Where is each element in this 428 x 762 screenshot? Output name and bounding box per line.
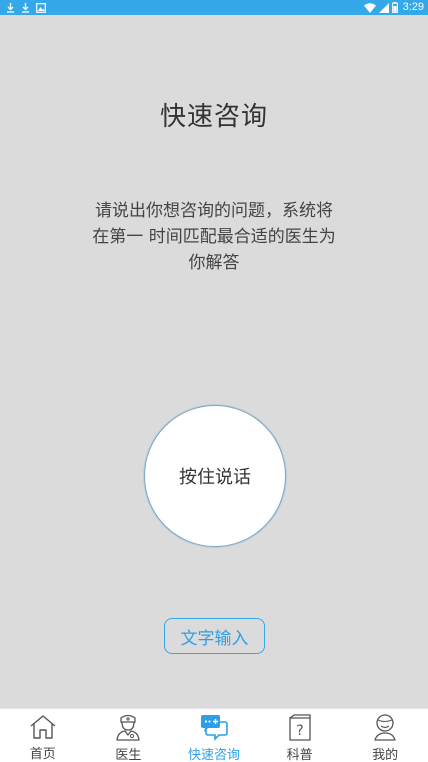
bottom-nav: 首页 医生 快速咨询 ? 科普 我的	[0, 708, 428, 762]
status-bar: 3:29	[0, 0, 428, 15]
status-time: 3:29	[402, 1, 424, 13]
text-input-button[interactable]: 文字输入	[164, 618, 265, 654]
hold-to-talk-button[interactable]: 按住说话	[144, 405, 286, 547]
instructions-text: 请说出你想咨询的问题，系统将 在第一 时间匹配最合适的医生为 你解答	[74, 198, 354, 276]
nav-item-mine[interactable]: 我的	[342, 709, 428, 762]
image-icon	[36, 2, 46, 13]
nav-label: 科普	[286, 748, 313, 762]
home-icon	[28, 713, 58, 740]
instructions-line: 你解答	[188, 253, 240, 273]
nav-label: 首页	[29, 747, 56, 762]
wifi-icon	[363, 0, 376, 17]
hold-to-talk-label: 按住说话	[179, 467, 251, 488]
page-title: 快速咨询	[159, 102, 268, 132]
nav-label: 快速咨询	[187, 748, 240, 762]
nav-label: 医生	[115, 748, 142, 762]
status-bar-notifications	[6, 0, 46, 15]
nav-item-doctor[interactable]: 医生	[86, 709, 172, 762]
svg-text:?: ?	[296, 723, 303, 739]
nav-label: 我的	[372, 748, 399, 762]
instructions-line: 在第一 时间匹配最合适的医生为	[92, 227, 336, 247]
nav-item-science[interactable]: ? 科普	[257, 709, 343, 762]
nav-item-home[interactable]: 首页	[0, 709, 86, 762]
instructions-line: 请说出你想咨询的问题，系统将	[95, 201, 333, 221]
nav-item-quick-consult[interactable]: 快速咨询	[171, 709, 257, 762]
download-icon	[6, 2, 15, 13]
download-icon	[21, 2, 30, 13]
battery-icon	[391, 0, 398, 17]
status-bar-system: 3:29	[363, 0, 424, 17]
user-icon	[370, 713, 400, 741]
signal-icon	[378, 0, 389, 17]
chat-icon	[199, 713, 229, 741]
question-icon: ?	[285, 713, 315, 741]
doctor-icon	[113, 713, 143, 741]
